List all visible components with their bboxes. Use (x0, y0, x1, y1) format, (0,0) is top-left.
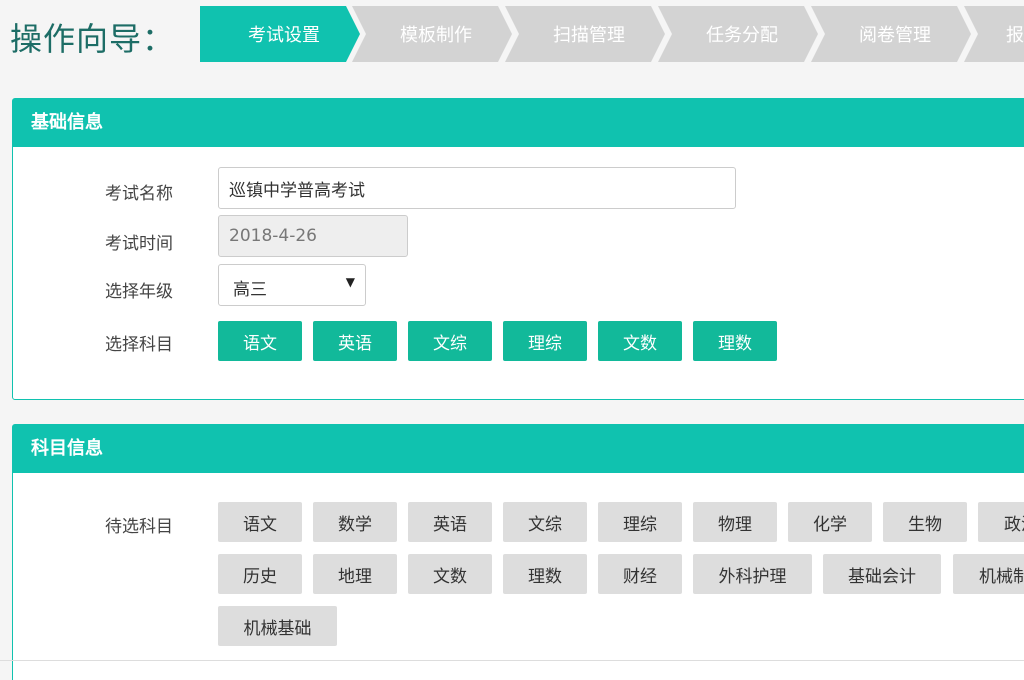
exam-time-input[interactable] (218, 215, 408, 257)
wizard-title: 操作向导： (10, 20, 176, 58)
subject-info-panel: 科目信息 待选科目 语文 数学 英语 文综 理综 物理 化学 生物 政治 历史 … (12, 424, 1024, 680)
candidate-subject-chip[interactable]: 基础会计 (823, 554, 941, 594)
basic-info-panel: 基础信息 考试名称 考试时间 选择年级 高三 ▼ 选择科目 语文 英语 文综 理… (12, 98, 1024, 400)
candidate-subject-chip[interactable]: 物理 (693, 502, 777, 542)
candidate-subject-chip[interactable]: 文综 (503, 502, 587, 542)
step-scan-management[interactable]: 扫描管理 (505, 6, 665, 62)
exam-wizard-page: 操作向导： 考试设置 模板制作 扫描管理 任务分配 阅卷管理 报 基础信息 考试… (0, 0, 1024, 680)
step-task-assignment[interactable]: 任务分配 (658, 6, 818, 62)
step-template-making[interactable]: 模板制作 (352, 6, 512, 62)
exam-name-label: 考试名称 (105, 184, 173, 204)
basic-info-header: 基础信息 (13, 99, 1024, 147)
candidate-subject-chip[interactable]: 地理 (313, 554, 397, 594)
bottom-divider (0, 660, 1024, 661)
candidate-subject-chip[interactable]: 历史 (218, 554, 302, 594)
selected-subject-chip[interactable]: 文综 (408, 321, 492, 361)
selected-subject-chip[interactable]: 英语 (313, 321, 397, 361)
subject-label: 选择科目 (105, 335, 173, 355)
candidate-subject-chip[interactable]: 数学 (313, 502, 397, 542)
candidate-subject-chip[interactable]: 文数 (408, 554, 492, 594)
selected-subject-chip[interactable]: 理综 (503, 321, 587, 361)
candidate-subject-chip[interactable]: 政治 (978, 502, 1024, 542)
candidate-subject-chip[interactable]: 理综 (598, 502, 682, 542)
step-grading-management[interactable]: 阅卷管理 (811, 6, 971, 62)
candidate-subject-chip[interactable]: 生物 (883, 502, 967, 542)
grade-select[interactable]: 高三 ▼ (218, 264, 366, 306)
step-exam-settings[interactable]: 考试设置 (200, 6, 360, 62)
subject-info-header: 科目信息 (13, 425, 1024, 473)
exam-name-input[interactable] (218, 167, 736, 209)
candidate-subject-chip[interactable]: 机械制 (953, 554, 1024, 594)
candidate-subject-chip[interactable]: 外科护理 (693, 554, 812, 594)
wizard-steps: 考试设置 模板制作 扫描管理 任务分配 阅卷管理 报 (200, 6, 1024, 62)
step-report[interactable]: 报 (964, 6, 1024, 62)
grade-label: 选择年级 (105, 282, 173, 302)
candidate-subjects-label: 待选科目 (105, 517, 173, 537)
exam-time-label: 考试时间 (105, 234, 173, 254)
selected-subject-chip[interactable]: 语文 (218, 321, 302, 361)
candidate-subject-chip[interactable]: 机械基础 (218, 606, 337, 646)
candidate-subject-chip[interactable]: 化学 (788, 502, 872, 542)
candidate-subject-chip[interactable]: 英语 (408, 502, 492, 542)
selected-subject-chip[interactable]: 文数 (598, 321, 682, 361)
dropdown-caret-icon: ▼ (345, 275, 355, 289)
candidate-subject-chip[interactable]: 语文 (218, 502, 302, 542)
candidate-subject-chip[interactable]: 理数 (503, 554, 587, 594)
grade-select-value: 高三 (233, 280, 267, 300)
candidate-subject-chip[interactable]: 财经 (598, 554, 682, 594)
selected-subject-chip[interactable]: 理数 (693, 321, 777, 361)
